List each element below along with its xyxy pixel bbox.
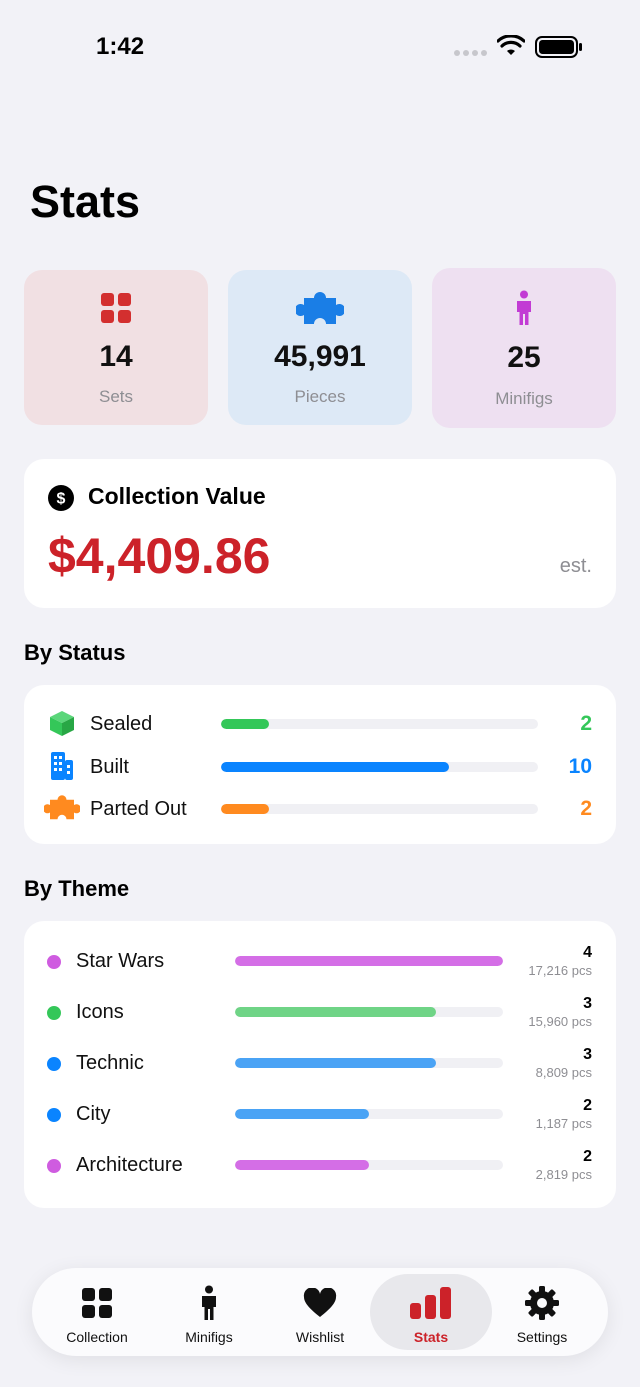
status-progress-fill — [221, 762, 450, 772]
status-bar: 1:42 — [0, 0, 640, 95]
pieces-label: Pieces — [294, 387, 346, 406]
status-progress-track — [221, 719, 538, 729]
collection-value-title: Collection Value — [88, 483, 266, 509]
cellular-signal-icon — [454, 50, 487, 56]
wifi-icon — [497, 35, 525, 55]
heart-icon — [303, 1288, 337, 1317]
person-icon — [202, 1285, 216, 1320]
status-count: 2 — [580, 797, 592, 820]
theme-label: City — [76, 1103, 111, 1125]
pieces-count: 45,991 — [274, 340, 366, 373]
theme-progress-fill — [235, 1058, 436, 1068]
grid-icon — [82, 1288, 112, 1318]
status-progress-fill — [221, 719, 269, 729]
tab-bar: Collection Minifigs Wishlist Stats Setti… — [32, 1268, 608, 1356]
theme-row-star-wars[interactable]: Star Wars 4 17,216 pcs — [24, 940, 616, 984]
theme-set-count: 4 — [583, 944, 592, 961]
tab-label: Wishlist — [295, 1329, 345, 1345]
theme-piece-count: 17,216 pcs — [528, 963, 592, 978]
building-icon — [51, 752, 73, 780]
tab-label: Minifigs — [185, 1329, 233, 1345]
sets-label: Sets — [98, 387, 134, 406]
tab-settings[interactable]: Settings — [486, 1274, 598, 1350]
puzzle-icon — [296, 292, 344, 324]
theme-progress-fill — [235, 956, 503, 966]
by-theme-card: Star Wars 4 17,216 pcs Icons 3 15,960 pc… — [24, 921, 616, 1208]
status-label: Sealed — [90, 713, 153, 735]
theme-set-count: 2 — [583, 1148, 592, 1165]
theme-set-count: 3 — [583, 995, 592, 1012]
theme-piece-count: 15,960 pcs — [528, 1014, 592, 1029]
by-status-heading: By Status — [24, 640, 126, 665]
pieces-summary-tile: 45,991 Pieces — [228, 270, 412, 425]
gear-icon — [525, 1286, 559, 1320]
minifigs-count: 25 — [507, 341, 541, 374]
by-theme-heading: By Theme — [24, 876, 130, 901]
status-progress-track — [221, 762, 538, 772]
by-status-card: Sealed 2 Built 10 Parted Out 2 — [24, 685, 616, 844]
minifigs-summary-tile: 25 Minifigs — [432, 268, 616, 428]
theme-color-dot — [47, 1006, 61, 1020]
status-row-sealed[interactable]: Sealed 2 — [24, 703, 616, 743]
theme-progress-track — [235, 1160, 503, 1170]
theme-label: Architecture — [76, 1154, 183, 1176]
theme-progress-track — [235, 1007, 503, 1017]
battery-icon — [535, 36, 582, 58]
sets-count: 14 — [99, 340, 133, 373]
theme-set-count: 2 — [583, 1097, 592, 1114]
theme-row-city[interactable]: City 2 1,187 pcs — [24, 1093, 616, 1137]
tab-label: Stats — [413, 1329, 449, 1345]
theme-piece-count: 2,819 pcs — [535, 1167, 592, 1182]
theme-progress-track — [235, 956, 503, 966]
grid-icon — [101, 293, 131, 323]
status-progress-track — [221, 804, 538, 814]
theme-progress-fill — [235, 1109, 369, 1119]
status-progress-fill — [221, 804, 269, 814]
theme-row-icons[interactable]: Icons 3 15,960 pcs — [24, 991, 616, 1035]
theme-set-count: 3 — [583, 1046, 592, 1063]
status-label: Built — [90, 756, 129, 778]
person-icon — [517, 290, 531, 325]
theme-color-dot — [47, 1057, 61, 1071]
status-count: 2 — [580, 712, 592, 735]
bar-chart-icon — [410, 1287, 451, 1319]
cube-icon — [50, 711, 74, 736]
theme-label: Icons — [76, 1001, 124, 1023]
theme-label: Star Wars — [76, 950, 165, 972]
puzzle-icon — [44, 795, 80, 820]
tab-collection[interactable]: Collection — [41, 1274, 153, 1350]
theme-color-dot — [47, 1108, 61, 1122]
status-count: 10 — [568, 755, 592, 778]
status-label: Parted Out — [90, 798, 187, 820]
status-row-parted-out[interactable]: Parted Out 2 — [24, 788, 616, 828]
svg-text:$: $ — [57, 491, 66, 508]
theme-color-dot — [47, 1159, 61, 1173]
tab-label: Collection — [66, 1329, 128, 1345]
tab-minifigs[interactable]: Minifigs — [153, 1274, 265, 1350]
theme-row-architecture[interactable]: Architecture 2 2,819 pcs — [24, 1144, 616, 1188]
theme-progress-track — [235, 1109, 503, 1119]
theme-label: Technic — [76, 1052, 144, 1074]
collection-value-amount: $4,409.86 — [48, 528, 271, 584]
theme-color-dot — [47, 955, 61, 969]
theme-row-technic[interactable]: Technic 3 8,809 pcs — [24, 1042, 616, 1086]
status-time: 1:42 — [96, 33, 145, 60]
collection-value-est: est. — [559, 555, 592, 577]
page-title: Stats — [30, 176, 141, 227]
minifigs-label: Minifigs — [495, 389, 553, 408]
collection-value-card: $ Collection Value $4,409.86 est. — [24, 459, 616, 608]
theme-piece-count: 8,809 pcs — [535, 1065, 592, 1080]
theme-progress-fill — [235, 1007, 436, 1017]
tab-stats[interactable]: Stats — [370, 1274, 492, 1350]
tab-label: Settings — [516, 1329, 568, 1345]
theme-progress-track — [235, 1058, 503, 1068]
theme-progress-fill — [235, 1160, 369, 1170]
theme-piece-count: 1,187 pcs — [535, 1116, 592, 1131]
sets-summary-tile: 14 Sets — [24, 270, 208, 425]
dollar-circle-icon: $ — [48, 485, 74, 511]
tab-wishlist[interactable]: Wishlist — [264, 1274, 376, 1350]
status-row-built[interactable]: Built 10 — [24, 746, 616, 786]
